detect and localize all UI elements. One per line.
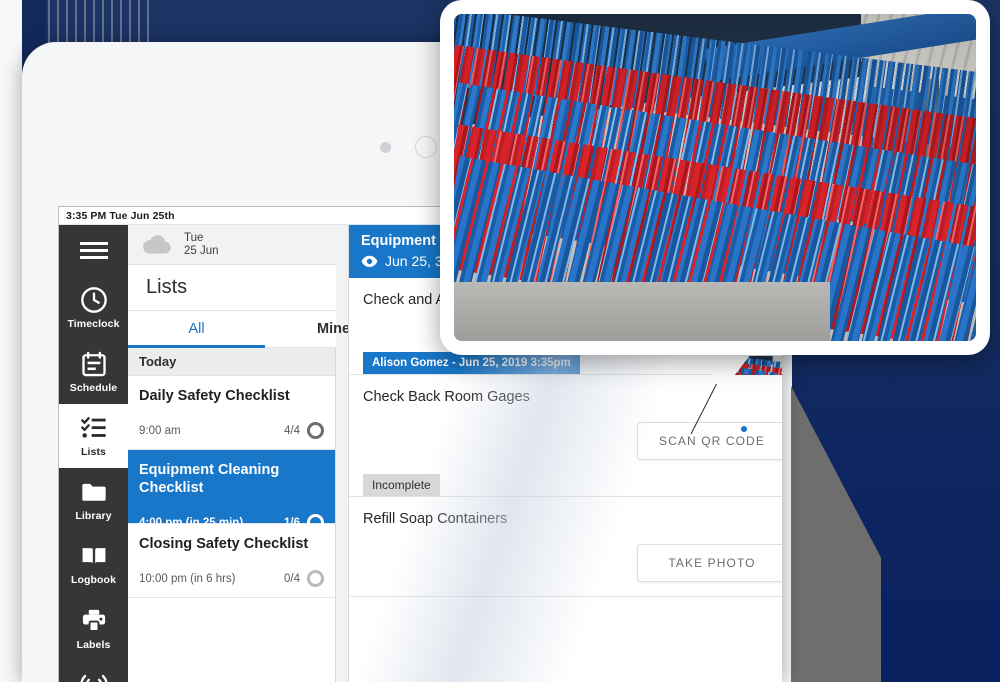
list-item-title: Equipment Cleaning Checklist: [139, 462, 280, 496]
sync-date: Tue 25 Jun: [184, 232, 219, 258]
sidebar-item-sensors[interactable]: Sensors: [59, 661, 128, 682]
list-item[interactable]: Equipment Cleaning Checklist 4:00 pm (in…: [128, 450, 335, 531]
sidebar-item-label: Schedule: [69, 381, 118, 394]
sidebar-item-label: Library: [75, 510, 112, 523]
list-item-count: 4/4: [284, 424, 300, 437]
list-item-time: 10:00 pm (in 6 hrs): [139, 572, 236, 585]
tab-all[interactable]: All: [128, 312, 265, 348]
tab-label: Mine: [316, 320, 351, 337]
task-title: Check Back Room Gages: [363, 389, 530, 405]
sidebar-item-lists[interactable]: Lists: [59, 403, 128, 469]
sidebar-item-schedule[interactable]: Schedule: [59, 340, 128, 404]
checklist-icon: [80, 414, 108, 442]
list-item-count: 0/4: [284, 572, 300, 585]
tab-label: All: [188, 320, 205, 337]
task-title: Refill Soap Containers: [363, 511, 508, 527]
sidebar-item-labels[interactable]: Labels: [59, 597, 128, 661]
status-badge: Incomplete: [363, 474, 440, 496]
callout-anchor-dot: [741, 426, 747, 432]
calendar-icon: [80, 350, 108, 378]
sync-day: Tue: [184, 231, 204, 244]
list-item[interactable]: Daily Safety Checklist 9:00 am 4/4: [128, 376, 335, 450]
task-actions: SCAN QR CODE: [363, 405, 782, 474]
sidebar-nav: Timeclock Schedule Lists Library Logbook…: [59, 225, 128, 682]
list-item-time: 9:00 am: [139, 424, 181, 437]
hamburger-menu-icon: [79, 238, 108, 263]
status-bar-clock: 3:35 PM Tue Jun 25th: [66, 209, 175, 222]
lists-column: Tue 25 Jun Synced at 3:35 Lists All Mine…: [128, 225, 539, 682]
cloud-icon: [140, 234, 174, 256]
list-item-meta: 10:00 pm (in 6 hrs) 0/4: [139, 570, 324, 587]
background-left-edge: [0, 0, 22, 682]
front-camera-icon: [415, 136, 437, 158]
page-title: Lists: [146, 276, 188, 298]
hamburger-menu-button[interactable]: [59, 225, 128, 276]
sidebar-item-logbook[interactable]: Logbook: [59, 532, 128, 596]
task-row[interactable]: Refill Soap Containers TAKE PHOTO: [349, 497, 782, 597]
label-printer-icon: [80, 607, 108, 635]
sidebar-item-library[interactable]: Library: [59, 468, 128, 532]
sidebar-item-label: Logbook: [70, 574, 117, 587]
eye-icon: [361, 255, 378, 268]
progress-ring-icon: [307, 570, 324, 587]
list-item-meta: 9:00 am 4/4: [139, 422, 324, 439]
open-book-icon: [80, 542, 108, 570]
sidebar-item-label: Lists: [80, 446, 106, 459]
folder-icon: [80, 478, 108, 506]
sidebar-item-label: Labels: [76, 638, 111, 651]
progress-ring-icon: [307, 422, 324, 439]
list-item-title: Daily Safety Checklist: [139, 388, 290, 404]
list-group-header: Today: [128, 348, 335, 376]
car-wash-brush-photo: [454, 14, 976, 341]
scan-qr-code-button[interactable]: SCAN QR CODE: [637, 422, 782, 460]
sidebar-item-label: Timeclock: [67, 317, 120, 330]
photo-popover[interactable]: [440, 0, 990, 355]
wireless-signal-icon: [80, 671, 108, 682]
task-actions: TAKE PHOTO: [363, 527, 782, 596]
task-signature: Alison Gomez - Jun 25, 2019 3:35pm: [363, 352, 580, 374]
list-item[interactable]: Closing Safety Checklist 10:00 pm (in 6 …: [128, 524, 335, 598]
task-row[interactable]: Check Back Room Gages SCAN QR CODE Incom…: [349, 375, 782, 497]
take-photo-button[interactable]: TAKE PHOTO: [637, 544, 782, 582]
sync-date-value: 25 Jun: [184, 244, 219, 257]
ambient-sensor-icon: [380, 142, 391, 153]
list-item-title: Closing Safety Checklist: [139, 536, 309, 552]
sidebar-item-timeclock[interactable]: Timeclock: [59, 276, 128, 340]
clock-icon: [80, 286, 108, 314]
